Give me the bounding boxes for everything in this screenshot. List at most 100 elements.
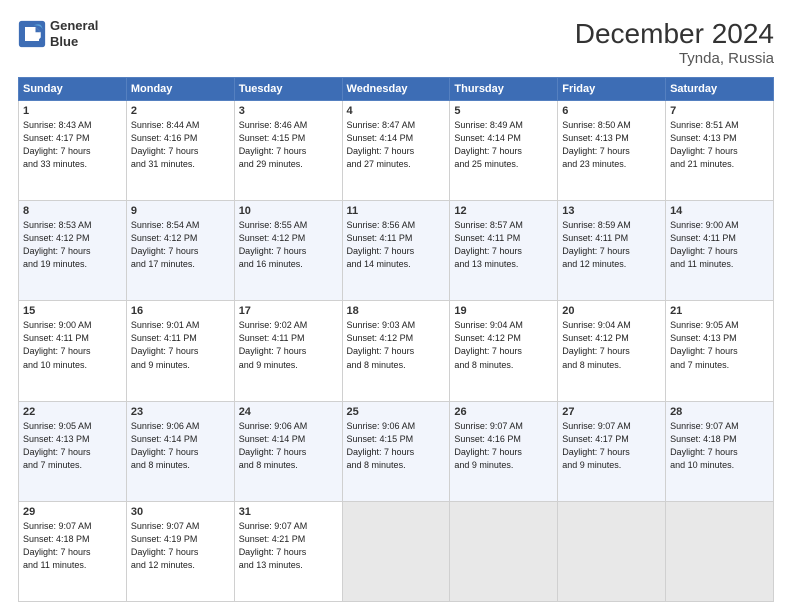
day-info: Sunrise: 9:06 AM Sunset: 4:15 PM Dayligh… xyxy=(347,420,446,472)
day-number: 23 xyxy=(131,406,230,418)
day-number: 22 xyxy=(23,406,122,418)
day-info: Sunrise: 8:44 AM Sunset: 4:16 PM Dayligh… xyxy=(131,119,230,171)
day-number: 14 xyxy=(670,205,769,217)
calendar-header-monday: Monday xyxy=(126,78,234,101)
day-info: Sunrise: 8:50 AM Sunset: 4:13 PM Dayligh… xyxy=(562,119,661,171)
day-number: 9 xyxy=(131,205,230,217)
day-number: 17 xyxy=(239,305,338,317)
calendar-day-9: 9Sunrise: 8:54 AM Sunset: 4:12 PM Daylig… xyxy=(126,201,234,301)
day-number: 7 xyxy=(670,105,769,117)
day-info: Sunrise: 9:07 AM Sunset: 4:17 PM Dayligh… xyxy=(562,420,661,472)
day-info: Sunrise: 8:59 AM Sunset: 4:11 PM Dayligh… xyxy=(562,219,661,271)
calendar-day-18: 18 Sunrise: 9:03 AM Sunset: 4:12 PM Dayli… xyxy=(342,301,450,401)
calendar-day-6: 6 Sunrise: 8:50 AM Sunset: 4:13 PM Daylig… xyxy=(558,101,666,201)
day-number: 1 xyxy=(23,105,122,117)
calendar-day-15: 15 Sunrise: 9:00 AM Sunset: 4:11 PM Dayli… xyxy=(19,301,127,401)
calendar-week-1: 1 Sunrise: 8:43 AM Sunset: 4:17 PM Daylig… xyxy=(19,101,774,201)
day-number: 30 xyxy=(131,506,230,518)
day-info: Sunrise: 9:05 AM Sunset: 4:13 PM Dayligh… xyxy=(670,319,769,371)
calendar-day-27: 27 Sunrise: 9:07 AM Sunset: 4:17 PM Dayli… xyxy=(558,401,666,501)
title-block: December 2024 Tynda, Russia xyxy=(575,18,774,67)
logo-icon xyxy=(18,20,46,48)
day-number: 15 xyxy=(23,305,122,317)
calendar-day-11: 11Sunrise: 8:56 AM Sunset: 4:11 PM Dayli… xyxy=(342,201,450,301)
day-info: Sunrise: 9:07 AM Sunset: 4:16 PM Dayligh… xyxy=(454,420,553,472)
calendar-week-4: 22 Sunrise: 9:05 AM Sunset: 4:13 PM Dayli… xyxy=(19,401,774,501)
calendar-day-17: 17 Sunrise: 9:02 AM Sunset: 4:11 PM Dayli… xyxy=(234,301,342,401)
day-info: Sunrise: 8:51 AM Sunset: 4:13 PM Dayligh… xyxy=(670,119,769,171)
logo-text: General Blue xyxy=(50,18,98,49)
calendar-day-8: 8 Sunrise: 8:53 AM Sunset: 4:12 PM Daylig… xyxy=(19,201,127,301)
calendar-day-7: 7 Sunrise: 8:51 AM Sunset: 4:13 PM Daylig… xyxy=(666,101,774,201)
day-number: 26 xyxy=(454,406,553,418)
calendar-day-31: 31Sunrise: 9:07 AM Sunset: 4:21 PM Dayli… xyxy=(234,501,342,601)
calendar-day-2: 2 Sunrise: 8:44 AM Sunset: 4:16 PM Daylig… xyxy=(126,101,234,201)
day-info: Sunrise: 9:00 AM Sunset: 4:11 PM Dayligh… xyxy=(670,219,769,271)
calendar-day-24: 24Sunrise: 9:06 AM Sunset: 4:14 PM Dayli… xyxy=(234,401,342,501)
calendar-day-20: 20Sunrise: 9:04 AM Sunset: 4:12 PM Dayli… xyxy=(558,301,666,401)
calendar-day-22: 22 Sunrise: 9:05 AM Sunset: 4:13 PM Dayli… xyxy=(19,401,127,501)
day-number: 2 xyxy=(131,105,230,117)
calendar-day-26: 26 Sunrise: 9:07 AM Sunset: 4:16 PM Dayli… xyxy=(450,401,558,501)
empty-cell xyxy=(342,501,450,601)
day-info: Sunrise: 9:00 AM Sunset: 4:11 PM Dayligh… xyxy=(23,319,122,371)
day-info: Sunrise: 9:07 AM Sunset: 4:18 PM Dayligh… xyxy=(23,520,122,572)
empty-cell xyxy=(558,501,666,601)
day-info: Sunrise: 9:02 AM Sunset: 4:11 PM Dayligh… xyxy=(239,319,338,371)
day-number: 6 xyxy=(562,105,661,117)
day-info: Sunrise: 9:06 AM Sunset: 4:14 PM Dayligh… xyxy=(131,420,230,472)
calendar-day-29: 29 Sunrise: 9:07 AM Sunset: 4:18 PM Dayli… xyxy=(19,501,127,601)
calendar-table: SundayMondayTuesdayWednesdayThursdayFrid… xyxy=(18,77,774,602)
day-info: Sunrise: 9:06 AM Sunset: 4:14 PM Dayligh… xyxy=(239,420,338,472)
day-number: 18 xyxy=(347,305,446,317)
calendar-day-3: 3Sunrise: 8:46 AM Sunset: 4:15 PM Daylig… xyxy=(234,101,342,201)
calendar-day-13: 13 Sunrise: 8:59 AM Sunset: 4:11 PM Dayli… xyxy=(558,201,666,301)
day-number: 8 xyxy=(23,205,122,217)
day-info: Sunrise: 8:53 AM Sunset: 4:12 PM Dayligh… xyxy=(23,219,122,271)
day-number: 19 xyxy=(454,305,553,317)
calendar-week-2: 8 Sunrise: 8:53 AM Sunset: 4:12 PM Daylig… xyxy=(19,201,774,301)
calendar-header-thursday: Thursday xyxy=(450,78,558,101)
day-number: 29 xyxy=(23,506,122,518)
calendar-day-19: 19 Sunrise: 9:04 AM Sunset: 4:12 PM Dayli… xyxy=(450,301,558,401)
empty-cell xyxy=(666,501,774,601)
calendar-day-12: 12 Sunrise: 8:57 AM Sunset: 4:11 PM Dayli… xyxy=(450,201,558,301)
calendar-day-28: 28Sunrise: 9:07 AM Sunset: 4:18 PM Dayli… xyxy=(666,401,774,501)
calendar-header-saturday: Saturday xyxy=(666,78,774,101)
day-number: 12 xyxy=(454,205,553,217)
day-info: Sunrise: 8:55 AM Sunset: 4:12 PM Dayligh… xyxy=(239,219,338,271)
calendar-day-25: 25 Sunrise: 9:06 AM Sunset: 4:15 PM Dayli… xyxy=(342,401,450,501)
day-info: Sunrise: 8:43 AM Sunset: 4:17 PM Dayligh… xyxy=(23,119,122,171)
day-info: Sunrise: 9:07 AM Sunset: 4:19 PM Dayligh… xyxy=(131,520,230,572)
day-number: 10 xyxy=(239,205,338,217)
day-number: 25 xyxy=(347,406,446,418)
day-number: 13 xyxy=(562,205,661,217)
empty-cell xyxy=(450,501,558,601)
day-number: 3 xyxy=(239,105,338,117)
day-number: 16 xyxy=(131,305,230,317)
calendar-header-tuesday: Tuesday xyxy=(234,78,342,101)
day-info: Sunrise: 9:05 AM Sunset: 4:13 PM Dayligh… xyxy=(23,420,122,472)
calendar-header-friday: Friday xyxy=(558,78,666,101)
day-number: 21 xyxy=(670,305,769,317)
calendar-header-sunday: Sunday xyxy=(19,78,127,101)
header: General Blue December 2024 Tynda, Russia xyxy=(18,18,774,67)
day-info: Sunrise: 8:49 AM Sunset: 4:14 PM Dayligh… xyxy=(454,119,553,171)
day-number: 27 xyxy=(562,406,661,418)
calendar-week-5: 29 Sunrise: 9:07 AM Sunset: 4:18 PM Dayli… xyxy=(19,501,774,601)
calendar-day-14: 14 Sunrise: 9:00 AM Sunset: 4:11 PM Dayli… xyxy=(666,201,774,301)
day-number: 20 xyxy=(562,305,661,317)
subtitle: Tynda, Russia xyxy=(575,50,774,67)
calendar-day-21: 21 Sunrise: 9:05 AM Sunset: 4:13 PM Dayli… xyxy=(666,301,774,401)
day-info: Sunrise: 8:57 AM Sunset: 4:11 PM Dayligh… xyxy=(454,219,553,271)
calendar-week-3: 15 Sunrise: 9:00 AM Sunset: 4:11 PM Dayli… xyxy=(19,301,774,401)
calendar-day-30: 30 Sunrise: 9:07 AM Sunset: 4:19 PM Dayli… xyxy=(126,501,234,601)
day-info: Sunrise: 9:04 AM Sunset: 4:12 PM Dayligh… xyxy=(454,319,553,371)
day-number: 11 xyxy=(347,205,446,217)
day-info: Sunrise: 9:03 AM Sunset: 4:12 PM Dayligh… xyxy=(347,319,446,371)
day-info: Sunrise: 8:47 AM Sunset: 4:14 PM Dayligh… xyxy=(347,119,446,171)
calendar-header-wednesday: Wednesday xyxy=(342,78,450,101)
calendar-day-23: 23 Sunrise: 9:06 AM Sunset: 4:14 PM Dayli… xyxy=(126,401,234,501)
page: General Blue December 2024 Tynda, Russia… xyxy=(0,0,792,612)
logo: General Blue xyxy=(18,18,98,49)
